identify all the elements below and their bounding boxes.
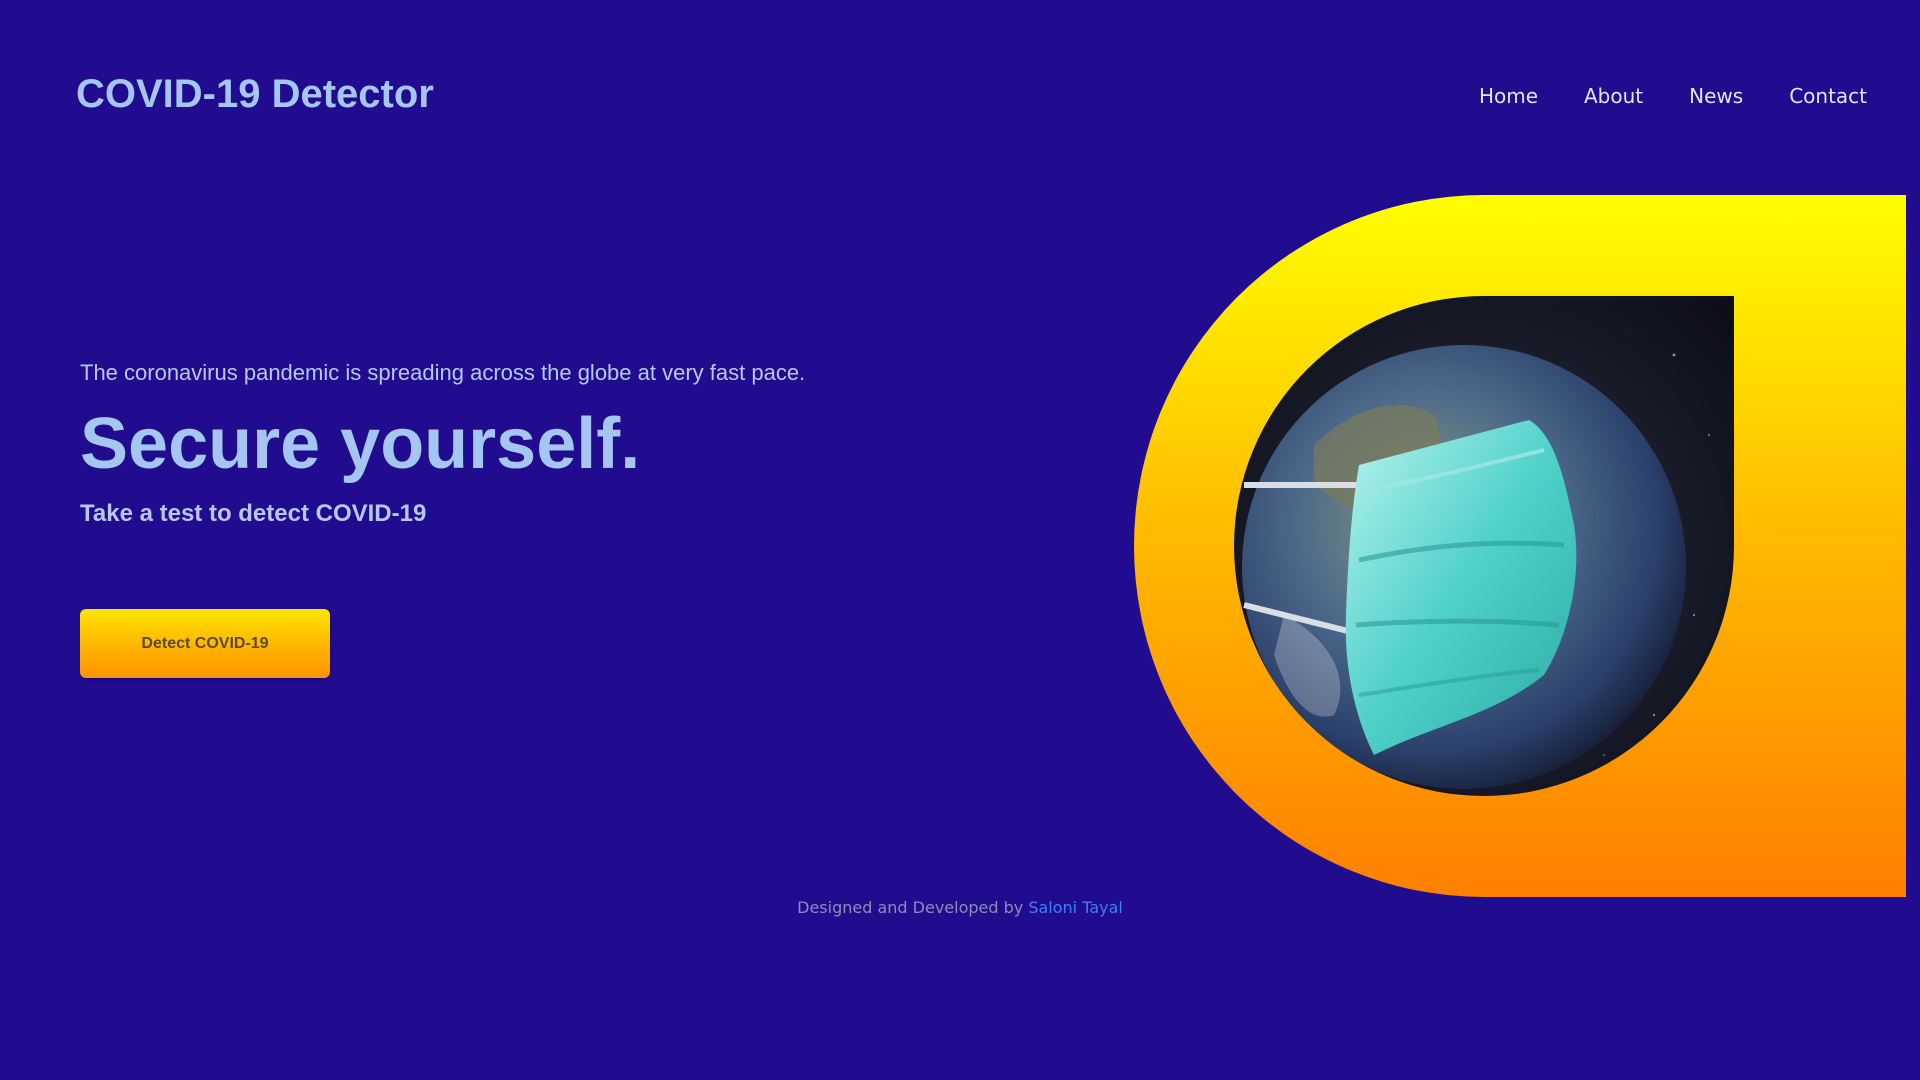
nav-home[interactable]: Home xyxy=(1479,84,1538,108)
page: COVID-19 Detector Home About News Contac… xyxy=(0,0,1920,1080)
footer-author-link[interactable]: Saloni Tayal xyxy=(1028,898,1123,917)
main-nav: Home About News Contact xyxy=(1479,84,1867,108)
nav-contact[interactable]: Contact xyxy=(1789,84,1867,108)
nav-news[interactable]: News xyxy=(1689,84,1743,108)
hero-tagline: The coronavirus pandemic is spreading ac… xyxy=(80,360,806,385)
brand-logo-text[interactable]: COVID-19 Detector xyxy=(76,72,434,117)
footer-credit-prefix: Designed and Developed by xyxy=(797,898,1029,917)
detect-covid-button[interactable]: Detect COVID-19 xyxy=(80,609,330,678)
nav-about[interactable]: About xyxy=(1584,84,1643,108)
masked-earth-illustration xyxy=(1134,195,1906,897)
hero-subhead: Take a test to detect COVID-19 xyxy=(80,500,427,527)
hero-section: The coronavirus pandemic is spreading ac… xyxy=(80,360,980,528)
footer: Designed and Developed by Saloni Tayal xyxy=(0,898,1920,917)
hero-headline: Secure yourself. xyxy=(80,404,641,484)
